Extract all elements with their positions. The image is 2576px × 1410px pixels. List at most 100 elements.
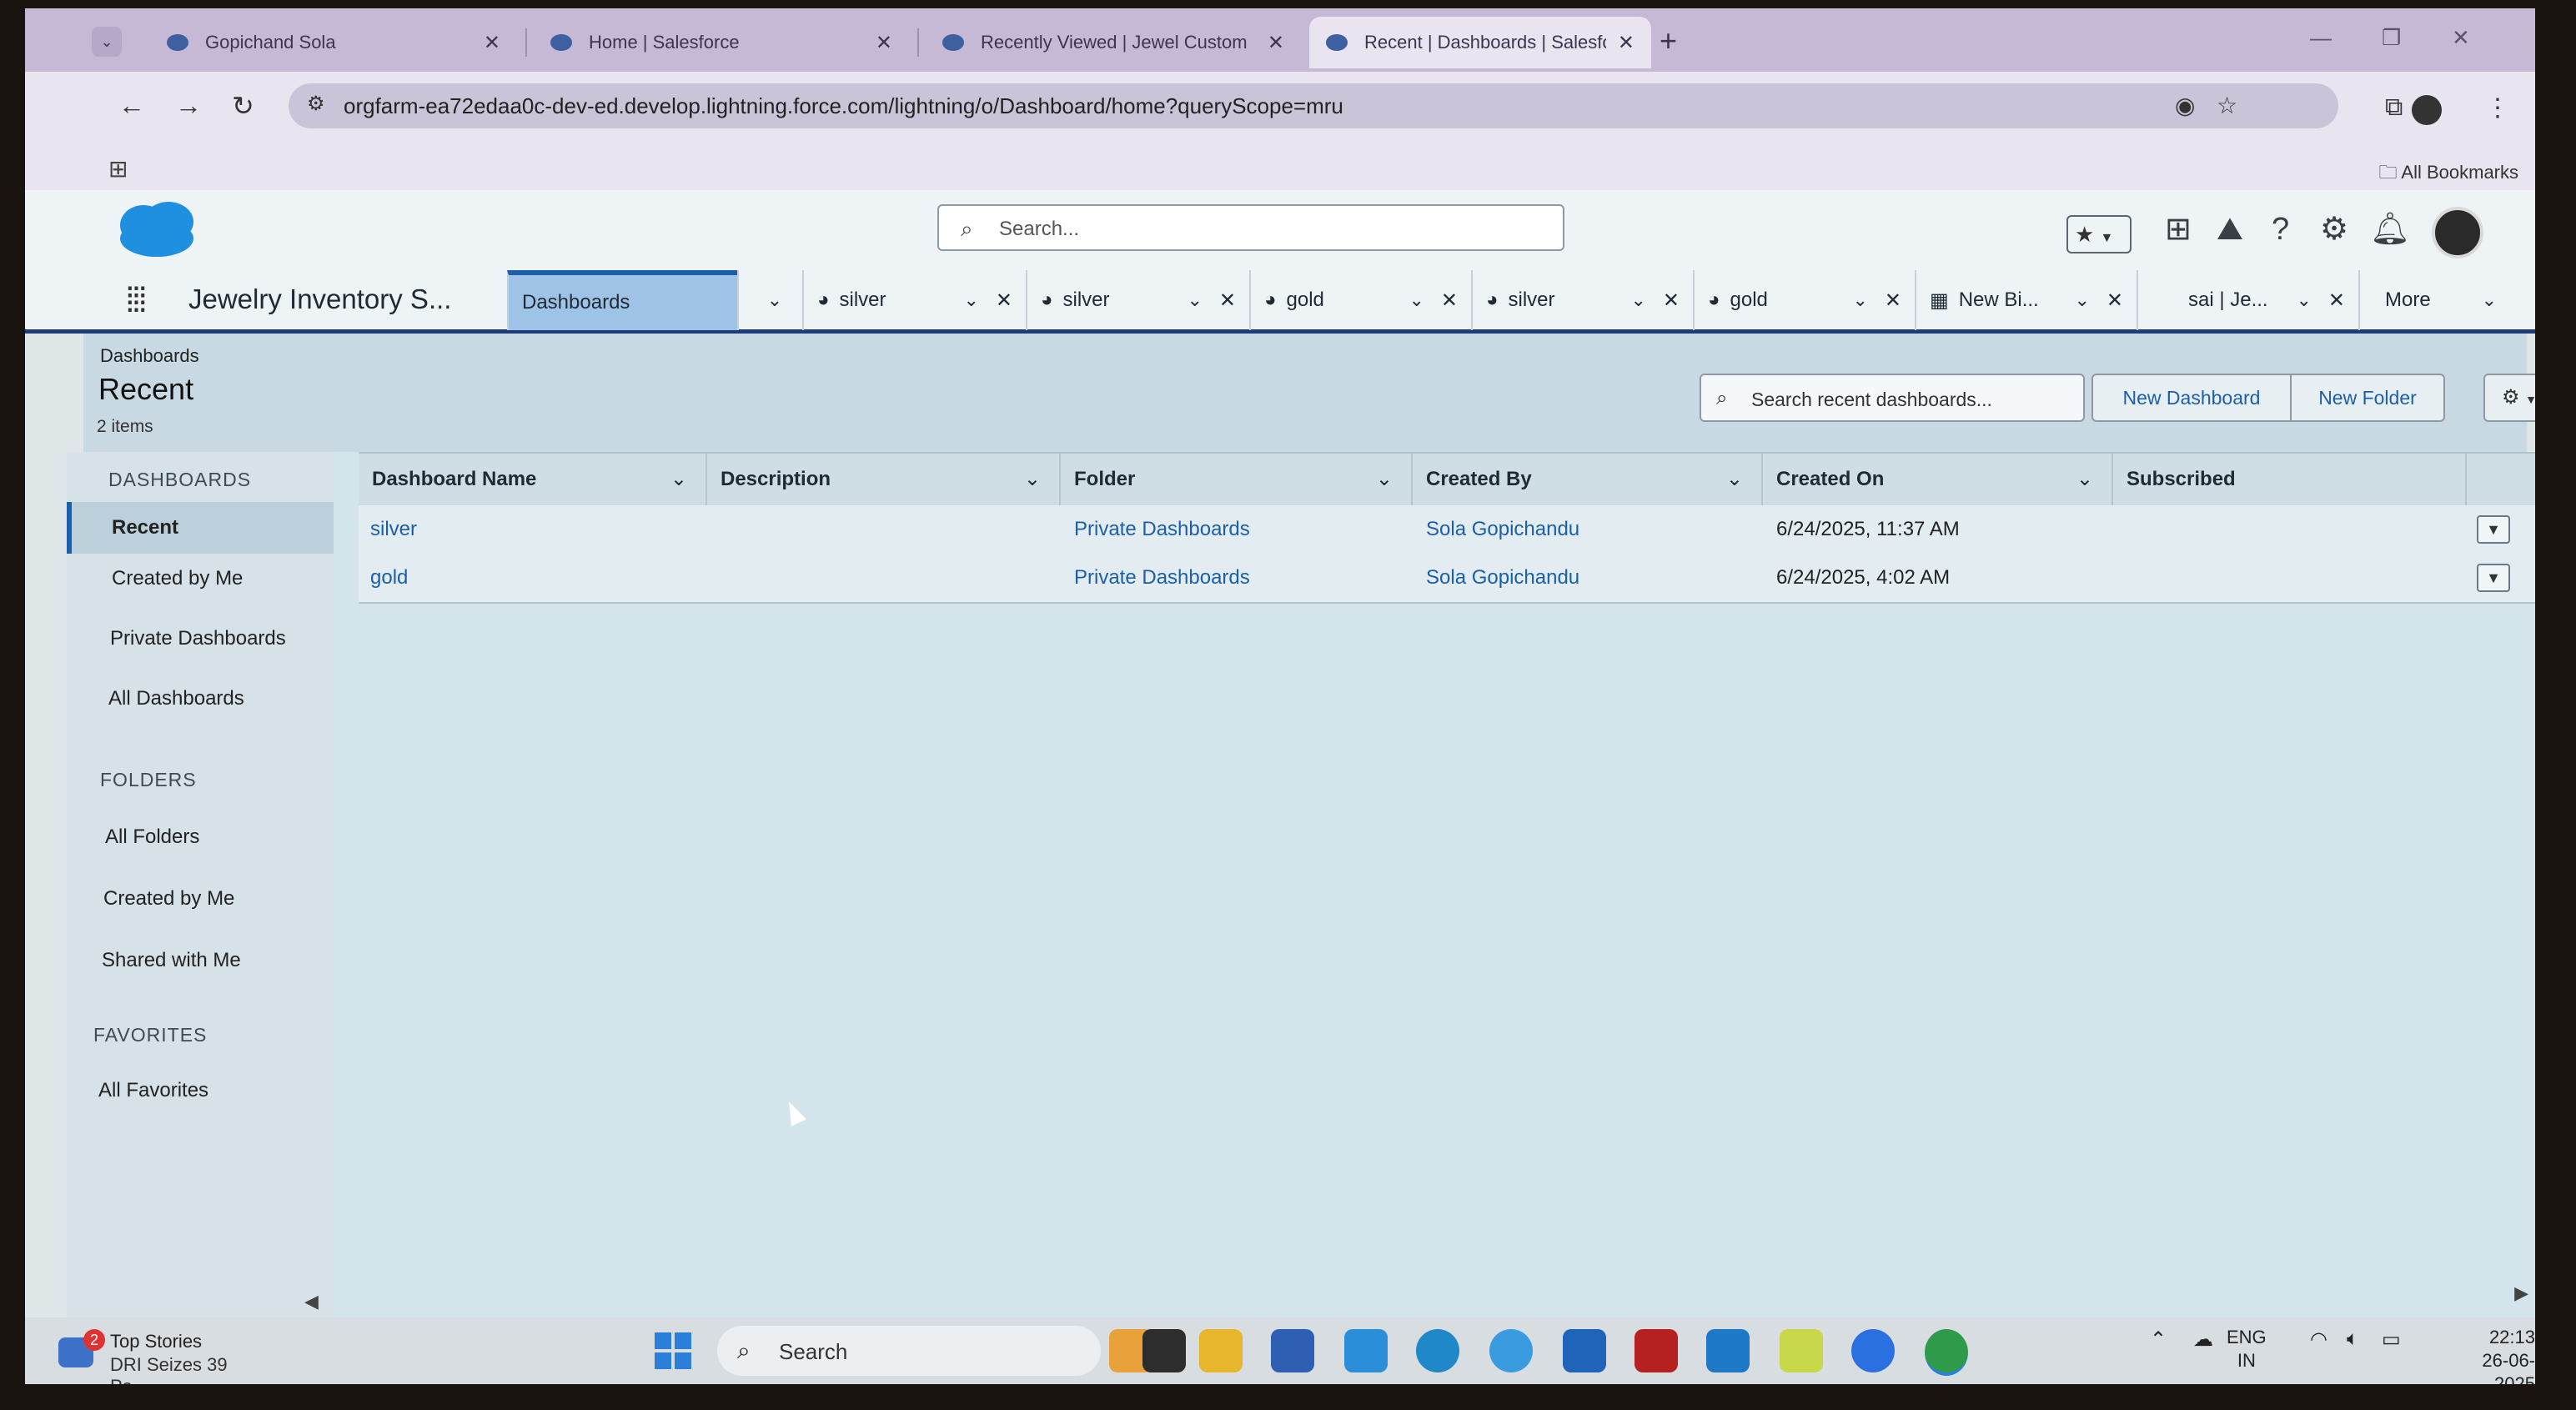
chevron-down-icon[interactable]: ⌄ [2076, 454, 2093, 505]
eye-icon[interactable]: ◉ [2175, 92, 2195, 119]
created-by-link[interactable]: Sola Gopichandu [1426, 505, 1579, 554]
close-icon[interactable]: ✕ [996, 289, 1012, 313]
chrome-icon[interactable] [1925, 1329, 1968, 1376]
outlook-icon[interactable] [1563, 1329, 1606, 1372]
menu-icon[interactable]: ⋮ [2485, 93, 2510, 123]
gear-icon[interactable]: ⚙ [2320, 213, 2348, 245]
close-icon[interactable]: ✕ [2106, 289, 2123, 313]
plus-icon[interactable]: ⊞ [2165, 213, 2192, 245]
sidebar-item-shared-with-me[interactable]: Shared with Me [102, 949, 241, 972]
new-dashboard-button[interactable]: New Dashboard [2091, 374, 2292, 422]
sidebar-item-folders-created-by-me[interactable]: Created by Me [103, 887, 234, 911]
help-app-icon[interactable] [1489, 1329, 1533, 1372]
dashboard-name-link[interactable]: gold [370, 554, 408, 602]
close-icon[interactable]: ✕ [2328, 289, 2345, 313]
close-icon[interactable]: ✕ [1441, 289, 1458, 313]
list-settings-button[interactable]: ⚙ ▼ [2483, 374, 2535, 422]
new-tab-button[interactable]: + [1660, 23, 1677, 58]
scroll-left-arrow[interactable]: ◀ [304, 1291, 319, 1312]
zoom-icon[interactable] [1851, 1329, 1895, 1372]
chevron-down-icon[interactable]: ⌄ [1409, 289, 1424, 311]
browser-tab-4-active[interactable]: Recent | Dashboards | Salesforce ✕ [1309, 17, 1651, 68]
chevron-down-icon[interactable]: ⌄ [1187, 289, 1202, 311]
extensions-icon[interactable]: ⧉ [2385, 93, 2403, 122]
sidebar-item-all-favorites[interactable]: All Favorites [98, 1079, 208, 1102]
close-icon[interactable]: ✕ [1885, 289, 1901, 313]
folder-link[interactable]: Private Dashboards [1074, 554, 1250, 602]
close-icon[interactable]: ✕ [1618, 31, 1634, 55]
chevron-down-icon[interactable]: ⌄ [1024, 454, 1041, 505]
trailhead-icon[interactable]: ⛰ [2217, 213, 2243, 245]
file-explorer-icon[interactable] [1199, 1329, 1243, 1372]
column-header-subscribed[interactable]: Subscribed [2113, 454, 2467, 505]
tab-dashboards-dropdown[interactable]: ⌄ [737, 270, 802, 330]
new-folder-button[interactable]: New Folder [2290, 374, 2445, 422]
global-search-input[interactable]: ⌕ Search... [937, 204, 1564, 251]
apps-grid-icon[interactable]: ⊞ [108, 155, 128, 183]
sidebar-item-private-dashboards[interactable]: Private Dashboards [110, 627, 286, 650]
favorites-button[interactable]: ★ ▼ [2066, 215, 2132, 253]
mcafee-icon[interactable] [1634, 1329, 1678, 1372]
tab-silver-3[interactable]: ◕ silver ⌄ ✕ [1471, 270, 1693, 330]
profile-icon[interactable] [2412, 95, 2442, 125]
column-header-dashboard-name[interactable]: Dashboard Name ⌄ [359, 454, 707, 505]
sidebar-item-all-dashboards[interactable]: All Dashboards [108, 687, 244, 710]
chevron-down-icon[interactable]: ⌄ [2296, 289, 2311, 311]
row-actions-button[interactable]: ▼ [2477, 564, 2510, 592]
salesforce-logo[interactable] [113, 200, 203, 260]
news-widget[interactable]: 2 Top Stories DRI Seizes 39 Pa... [50, 1326, 267, 1384]
tab-sai-je[interactable]: sai | Je... ⌄ ✕ [2137, 270, 2358, 330]
sidebar-item-created-by-me[interactable]: Created by Me [112, 567, 243, 590]
myhp-icon[interactable] [1344, 1329, 1388, 1372]
column-header-created-on[interactable]: Created On ⌄ [1763, 454, 2113, 505]
chevron-down-icon[interactable]: ⌄ [2074, 289, 2089, 311]
close-icon[interactable]: ✕ [876, 31, 892, 55]
chevron-down-icon[interactable]: ⌄ [670, 454, 687, 505]
close-icon[interactable]: ✕ [1663, 289, 1680, 313]
tab-new-bi[interactable]: ▦ New Bi... ⌄ ✕ [1915, 270, 2137, 330]
browser-tab-2[interactable]: Home | Salesforce ✕ [534, 17, 909, 68]
created-by-link[interactable]: Sola Gopichandu [1426, 554, 1579, 602]
close-icon[interactable]: ✕ [1219, 289, 1236, 313]
chevron-up-icon[interactable]: ⌃ [2150, 1327, 2167, 1352]
dashboard-name-link[interactable]: silver [370, 505, 417, 554]
column-header-description[interactable]: Description ⌄ [707, 454, 1061, 505]
tab-gold-1[interactable]: ◕ gold ⌄ ✕ [1249, 270, 1471, 330]
edge-icon[interactable] [1416, 1329, 1459, 1372]
close-icon[interactable]: ✕ [1268, 31, 1284, 55]
battery-icon[interactable]: ▭ [2382, 1327, 2401, 1352]
tab-gold-2[interactable]: ◕ gold ⌄ ✕ [1693, 270, 1915, 330]
browser-tab-3[interactable]: Recently Viewed | Jewel Custom ✕ [926, 17, 1301, 68]
tab-silver-2[interactable]: ◕ silver ⌄ ✕ [1026, 270, 1249, 330]
help-icon[interactable]: ? [2272, 213, 2289, 245]
minimize-icon[interactable]: — [2310, 25, 2332, 51]
folder-link[interactable]: Private Dashboards [1074, 505, 1250, 554]
all-bookmarks[interactable]: 🗀 All Bookmarks [2379, 158, 2519, 190]
chevron-down-icon[interactable]: ⌄ [963, 289, 978, 311]
tab-search-dropdown[interactable]: ⌄ [92, 27, 122, 57]
forward-icon[interactable]: → [175, 90, 202, 121]
chevron-down-icon[interactable]: ⌄ [1376, 454, 1393, 505]
taskbar-search[interactable]: ⌕ Search [717, 1326, 1101, 1376]
vscode-icon[interactable] [1706, 1329, 1750, 1372]
chevron-down-icon[interactable]: ⌄ [1852, 289, 1867, 311]
window-close-icon[interactable]: ✕ [2452, 25, 2470, 51]
column-header-folder[interactable]: Folder ⌄ [1061, 454, 1413, 505]
tab-more[interactable]: More ⌄ [2358, 270, 2535, 330]
tab-silver-1[interactable]: ◕ silver ⌄ ✕ [802, 270, 1026, 330]
chevron-down-icon[interactable]: ⌄ [1630, 289, 1645, 311]
restore-icon[interactable]: ❐ [2382, 25, 2401, 51]
scroll-right-arrow[interactable]: ▶ [2514, 1282, 2528, 1304]
avatar[interactable] [2432, 207, 2483, 258]
column-header-created-by[interactable]: Created By ⌄ [1413, 454, 1763, 505]
task-view-icon[interactable] [1142, 1329, 1186, 1372]
slack-icon[interactable] [1780, 1329, 1823, 1372]
site-info-icon[interactable]: ⚙ [307, 92, 325, 116]
address-bar[interactable]: ⚙ orgfarm-ea72edaa0c-dev-ed.develop.ligh… [289, 83, 2338, 128]
volume-icon[interactable]: 🔈︎ [2347, 1327, 2358, 1351]
wifi-icon[interactable]: ◠ [2310, 1327, 2327, 1352]
onedrive-icon[interactable]: ☁ [2193, 1327, 2213, 1352]
language-indicator[interactable]: ENG IN [2227, 1326, 2267, 1372]
bell-icon[interactable]: 🔔︎ [2370, 213, 2410, 245]
store-icon[interactable] [1271, 1329, 1314, 1372]
